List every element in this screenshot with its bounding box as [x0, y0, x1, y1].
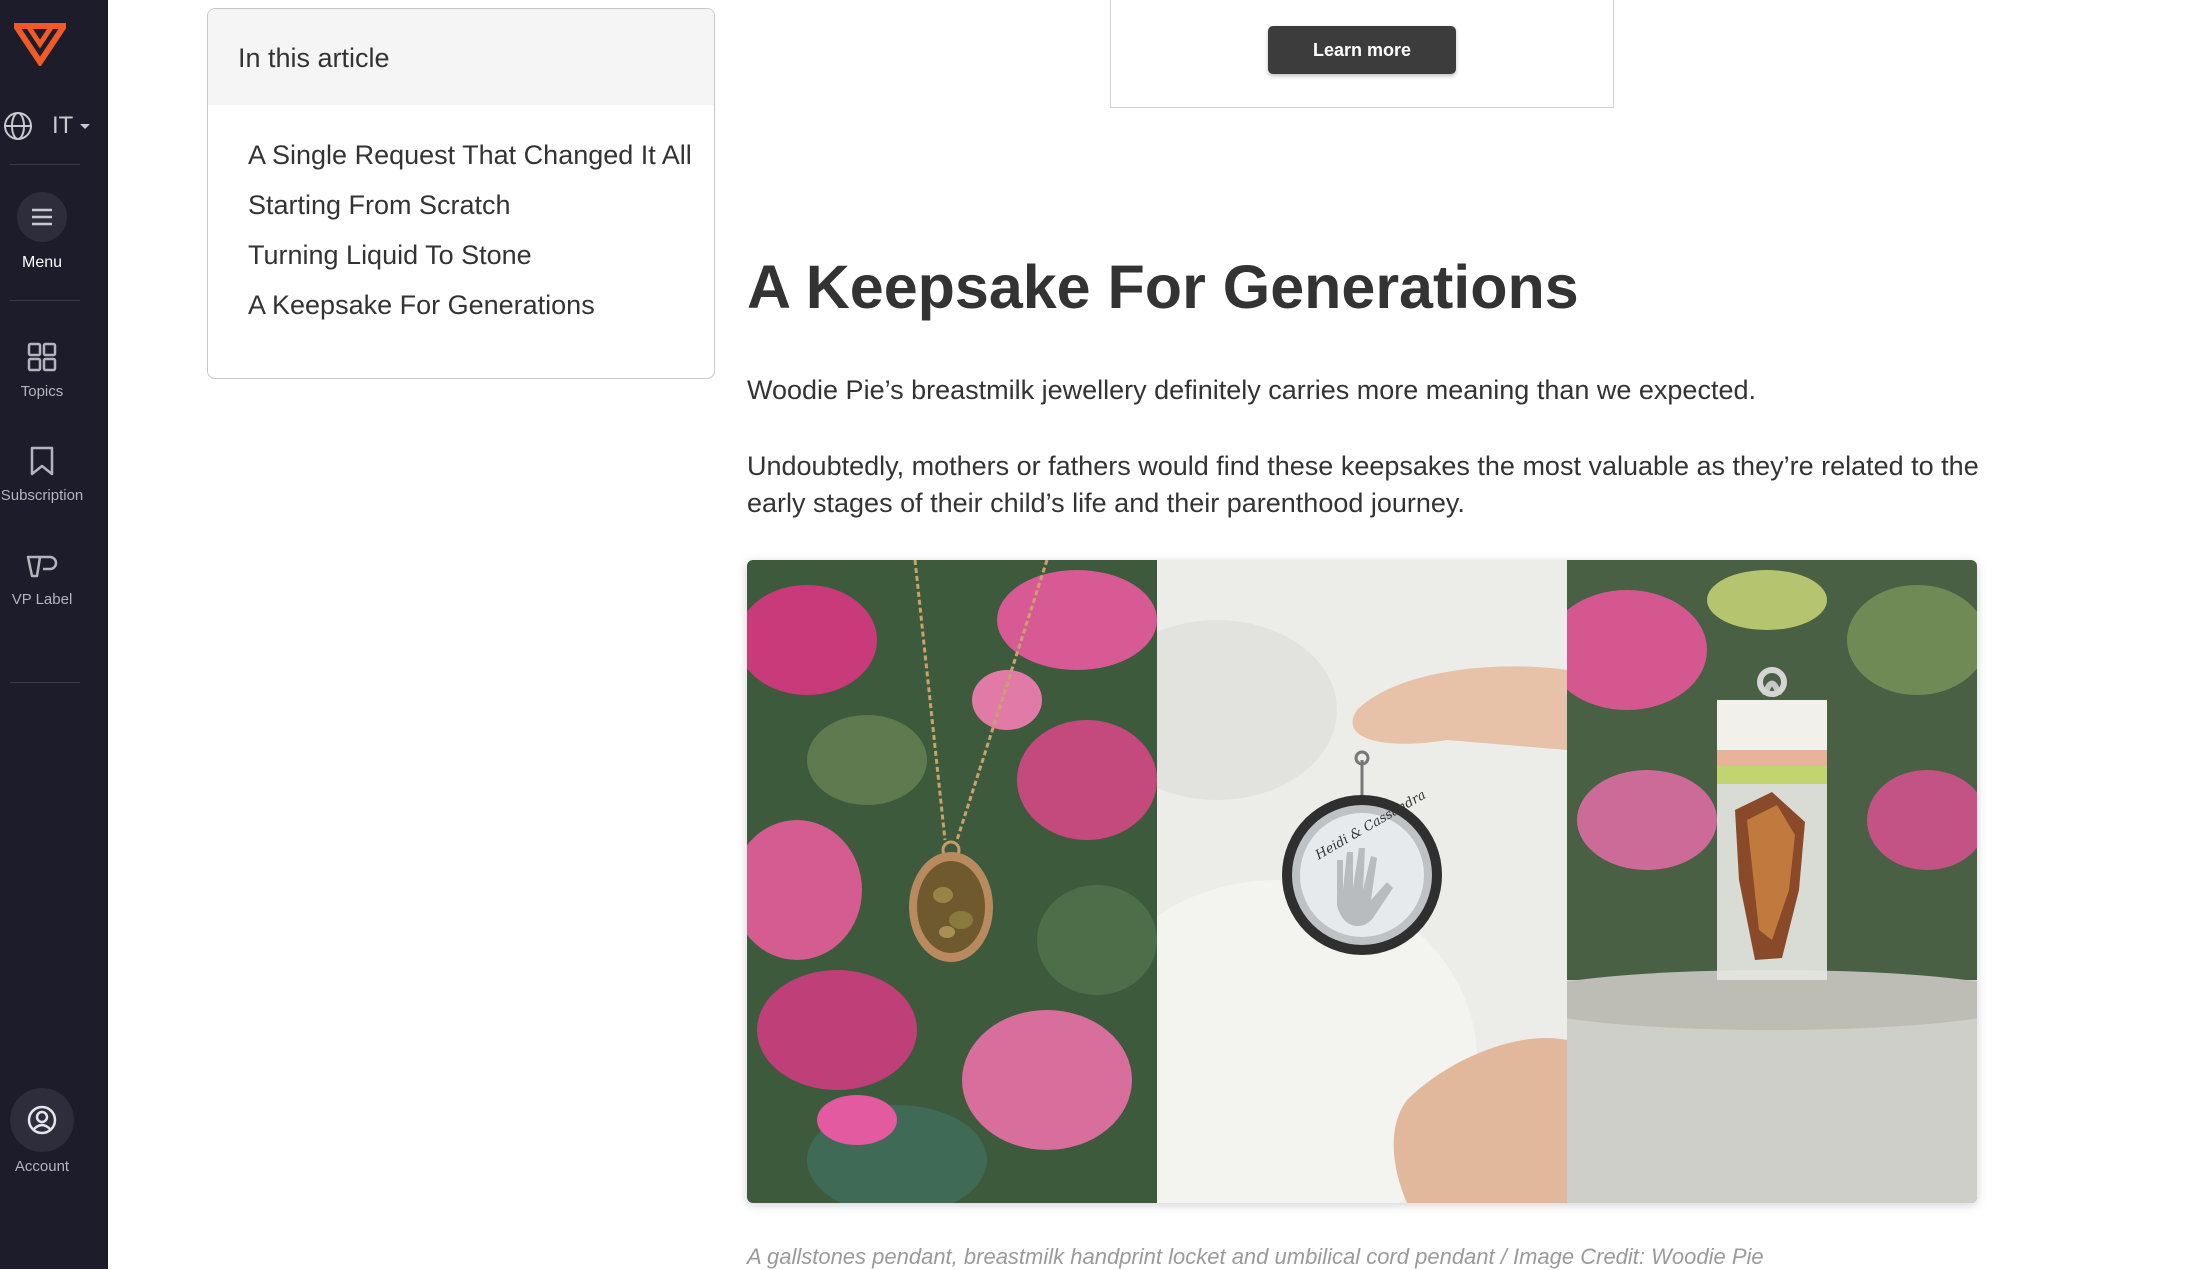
toc-header: In this article — [208, 9, 714, 105]
account-button[interactable]: Account — [0, 1088, 84, 1175]
menu-icon — [17, 192, 67, 242]
toc-link[interactable]: A Keepsake For Generations — [248, 280, 714, 330]
topics-label: Topics — [20, 383, 64, 400]
article-paragraph: Woodie Pie’s breastmilk jewellery defini… — [747, 375, 1756, 405]
vp-label-text: VP Label — [11, 591, 73, 608]
learn-more-button[interactable]: Learn more — [1268, 26, 1456, 74]
divider — [10, 682, 80, 683]
image-caption: A gallstones pendant, breastmilk handpri… — [747, 1244, 1764, 1269]
grid-icon — [27, 342, 57, 372]
sidebar-item-topics[interactable]: Topics — [0, 342, 84, 400]
article-image: Heidi & Cassandra — [747, 560, 1977, 1203]
menu-label: Menu — [21, 254, 63, 271]
language-selector[interactable]: IT — [0, 106, 108, 146]
toc-list: A Single Request That Changed It All Sta… — [208, 105, 714, 330]
gallstones-pendant-photo — [747, 560, 1157, 1203]
bookmark-icon — [30, 446, 54, 476]
section-heading: A Keepsake For Generations — [747, 253, 1579, 321]
advertisement-box: Learn more — [1110, 0, 1614, 108]
toc-link[interactable]: A Single Request That Changed It All — [248, 130, 714, 180]
account-label: Account — [14, 1158, 70, 1175]
handprint-locket-photo: Heidi & Cassandra — [1157, 560, 1567, 1203]
divider — [10, 300, 80, 301]
sidebar-item-subscription[interactable]: Subscription — [0, 446, 84, 504]
account-icon — [10, 1088, 74, 1152]
divider — [10, 164, 80, 165]
language-code: IT — [52, 112, 74, 139]
toc-link[interactable]: Turning Liquid To Stone — [248, 230, 714, 280]
article-paragraph: Undoubtedly, mothers or fathers would fi… — [747, 451, 1979, 518]
subscription-label: Subscription — [0, 487, 84, 504]
sidebar-item-vp-label[interactable]: VP Label — [0, 554, 84, 608]
chevron-down-icon — [80, 124, 90, 129]
vp-label-icon — [26, 555, 58, 578]
table-of-contents: In this article A Single Request That Ch… — [207, 8, 715, 379]
sidebar: IT Menu Topics Subscription VP Label Acc… — [0, 0, 108, 1269]
menu-button[interactable]: Menu — [0, 192, 84, 272]
toc-heading: In this article — [238, 43, 390, 73]
umbilical-cord-pendant-photo — [1567, 560, 1977, 1203]
brand-logo-icon[interactable] — [14, 22, 66, 66]
toc-link[interactable]: Starting From Scratch — [248, 180, 714, 230]
globe-icon — [4, 112, 32, 140]
